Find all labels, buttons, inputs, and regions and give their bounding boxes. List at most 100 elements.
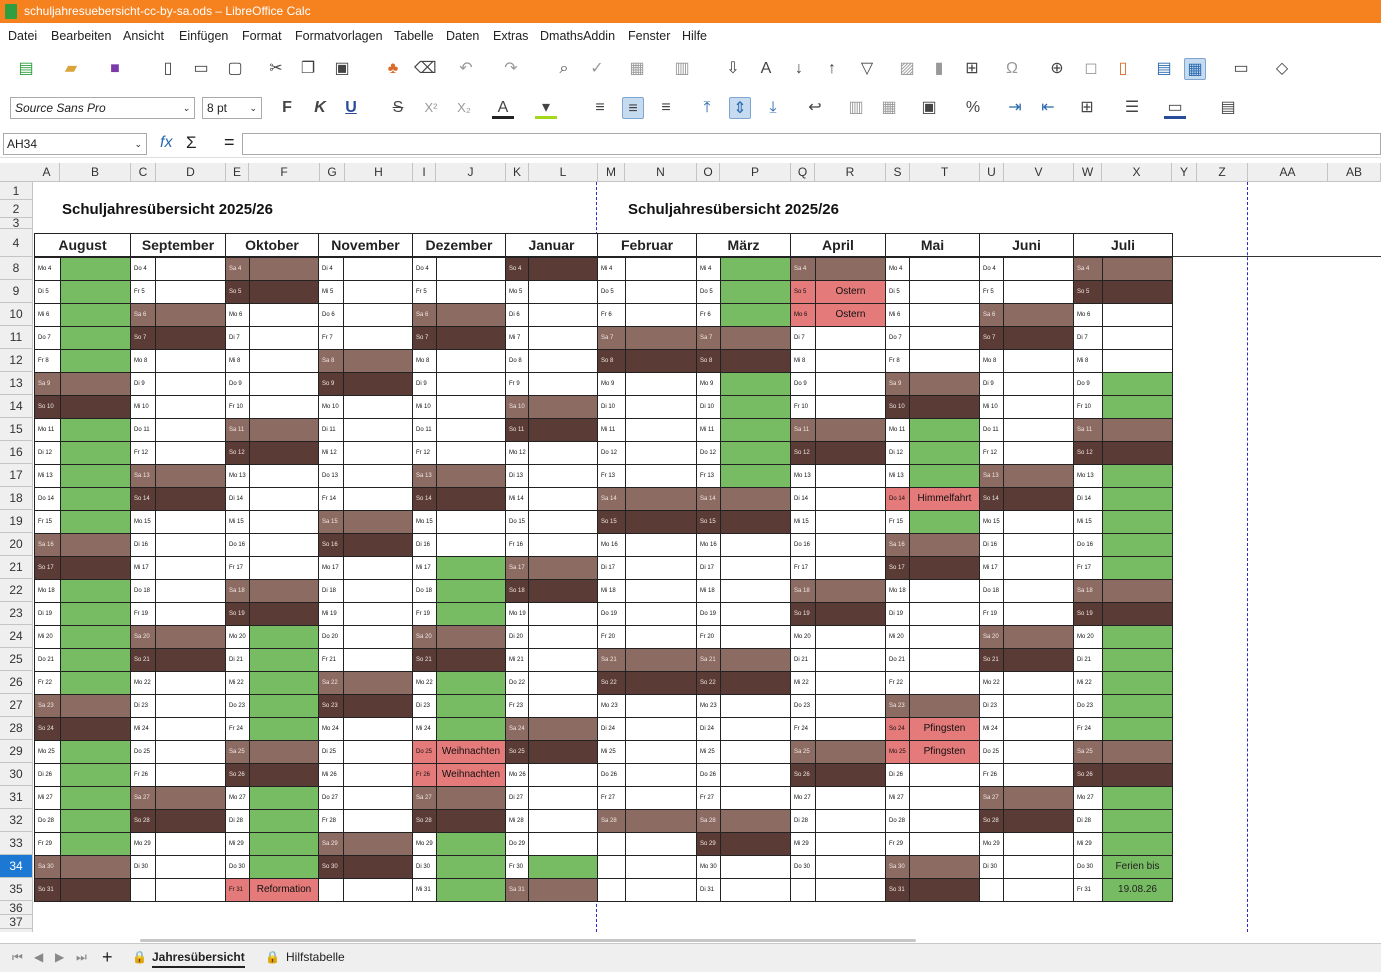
day-cell[interactable]: Mi 31 bbox=[412, 878, 437, 902]
info-cell[interactable] bbox=[528, 510, 598, 534]
info-cell[interactable] bbox=[60, 464, 131, 488]
day-cell[interactable]: Mo 22 bbox=[412, 671, 437, 695]
day-cell[interactable]: Fr 10 bbox=[225, 395, 250, 419]
day-cell[interactable]: So 29 bbox=[696, 832, 721, 856]
info-cell[interactable] bbox=[249, 832, 319, 856]
row-header[interactable]: 11 bbox=[0, 326, 32, 349]
day-cell[interactable]: So 5 bbox=[790, 280, 816, 304]
day-cell[interactable]: So 21 bbox=[412, 648, 437, 672]
info-cell[interactable] bbox=[528, 671, 598, 695]
holiday-cell[interactable]: Pfingsten bbox=[909, 740, 980, 764]
day-cell[interactable]: Sa 20 bbox=[412, 625, 437, 649]
row-header[interactable]: 17 bbox=[0, 464, 32, 487]
day-cell[interactable]: So 26 bbox=[1073, 763, 1103, 787]
day-cell[interactable]: Mi 24 bbox=[979, 717, 1004, 741]
day-cell[interactable]: Mi 17 bbox=[130, 556, 156, 580]
info-cell[interactable] bbox=[815, 625, 886, 649]
info-cell[interactable] bbox=[909, 510, 980, 534]
info-cell[interactable] bbox=[815, 602, 886, 626]
split-window-icon[interactable]: ▭ bbox=[1230, 58, 1252, 80]
info-cell[interactable] bbox=[528, 533, 598, 557]
menu-einfügen[interactable]: Einfügen bbox=[179, 29, 228, 43]
info-cell[interactable] bbox=[625, 280, 697, 304]
info-cell[interactable] bbox=[436, 579, 506, 603]
info-cell[interactable] bbox=[343, 556, 413, 580]
info-cell[interactable] bbox=[528, 372, 598, 396]
info-cell[interactable] bbox=[528, 878, 598, 902]
day-cell[interactable]: Do 19 bbox=[696, 602, 721, 626]
info-cell[interactable] bbox=[343, 763, 413, 787]
info-cell[interactable] bbox=[625, 349, 697, 373]
row-header[interactable]: 31 bbox=[0, 786, 32, 809]
day-cell[interactable]: Sa 4 bbox=[1073, 257, 1103, 281]
info-cell[interactable] bbox=[436, 257, 506, 281]
info-cell[interactable] bbox=[249, 671, 319, 695]
info-cell[interactable] bbox=[249, 855, 319, 879]
holiday-cell[interactable]: Ostern bbox=[815, 303, 886, 327]
day-cell[interactable]: Fr 20 bbox=[597, 625, 626, 649]
day-cell[interactable]: Do 9 bbox=[790, 372, 816, 396]
info-cell[interactable] bbox=[1102, 694, 1173, 718]
info-cell[interactable] bbox=[909, 372, 980, 396]
day-cell[interactable]: Mo 12 bbox=[505, 441, 529, 465]
info-cell[interactable] bbox=[1003, 625, 1074, 649]
info-cell[interactable] bbox=[249, 717, 319, 741]
menu-hilfe[interactable]: Hilfe bbox=[682, 29, 707, 43]
column-header[interactable]: AB bbox=[1328, 163, 1381, 182]
info-cell[interactable] bbox=[249, 625, 319, 649]
info-cell[interactable] bbox=[815, 257, 886, 281]
day-cell[interactable]: Fr 27 bbox=[597, 786, 626, 810]
day-cell[interactable]: Di 16 bbox=[979, 533, 1004, 557]
day-cell[interactable]: Di 20 bbox=[505, 625, 529, 649]
day-cell[interactable]: Di 11 bbox=[318, 418, 344, 442]
day-cell[interactable]: Fr 6 bbox=[597, 303, 626, 327]
subscript-button[interactable]: X₂ bbox=[453, 97, 475, 119]
day-cell[interactable]: Mi 27 bbox=[885, 786, 910, 810]
info-cell[interactable] bbox=[528, 326, 598, 350]
info-cell[interactable] bbox=[720, 809, 791, 833]
info-cell[interactable] bbox=[155, 533, 226, 557]
menu-datei[interactable]: Datei bbox=[8, 29, 37, 43]
day-cell[interactable]: Do 21 bbox=[885, 648, 910, 672]
info-cell[interactable] bbox=[1102, 809, 1173, 833]
info-cell[interactable] bbox=[625, 441, 697, 465]
info-cell[interactable] bbox=[625, 395, 697, 419]
align-center-icon[interactable]: ≡ bbox=[622, 97, 644, 119]
info-cell[interactable] bbox=[1102, 648, 1173, 672]
info-cell[interactable] bbox=[909, 625, 980, 649]
day-cell[interactable]: Do 7 bbox=[885, 326, 910, 350]
info-cell[interactable] bbox=[720, 326, 791, 350]
day-cell[interactable]: Mo 30 bbox=[696, 855, 721, 879]
day-cell[interactable]: Do 26 bbox=[597, 763, 626, 787]
insert-image-icon[interactable]: ▨ bbox=[896, 58, 918, 80]
column-header[interactable]: AA bbox=[1248, 163, 1328, 182]
day-cell[interactable]: Di 23 bbox=[412, 694, 437, 718]
info-cell[interactable] bbox=[436, 441, 506, 465]
font-color-icon[interactable]: A bbox=[492, 97, 514, 119]
day-cell[interactable]: Mi 27 bbox=[34, 786, 61, 810]
day-cell[interactable]: Mi 20 bbox=[885, 625, 910, 649]
sum-button[interactable]: Σ bbox=[186, 133, 197, 153]
increase-indent-icon[interactable]: ⇥ bbox=[1004, 97, 1026, 119]
day-cell[interactable]: Di 9 bbox=[130, 372, 156, 396]
day-cell[interactable]: Mi 11 bbox=[696, 418, 721, 442]
info-cell[interactable] bbox=[436, 602, 506, 626]
day-cell[interactable]: Sa 7 bbox=[597, 326, 626, 350]
day-cell[interactable]: Mo 22 bbox=[979, 671, 1004, 695]
day-cell[interactable]: Sa 23 bbox=[34, 694, 61, 718]
day-cell[interactable]: Do 18 bbox=[412, 579, 437, 603]
day-cell[interactable]: Sa 20 bbox=[979, 625, 1004, 649]
info-cell[interactable] bbox=[720, 487, 791, 511]
info-cell[interactable] bbox=[249, 441, 319, 465]
holiday-cell[interactable]: Himmelfahrt bbox=[909, 487, 980, 511]
day-cell[interactable]: Mo 19 bbox=[505, 602, 529, 626]
info-cell[interactable] bbox=[249, 763, 319, 787]
info-cell[interactable] bbox=[1102, 625, 1173, 649]
day-cell[interactable]: Di 21 bbox=[1073, 648, 1103, 672]
day-cell[interactable]: Mo 5 bbox=[505, 280, 529, 304]
day-cell[interactable]: Sa 16 bbox=[34, 533, 61, 557]
holiday-cell[interactable]: Ferien bis bbox=[1102, 855, 1173, 879]
info-cell[interactable] bbox=[625, 717, 697, 741]
row-header[interactable]: 36 bbox=[0, 901, 32, 915]
holiday-cell[interactable]: 19.08.26 bbox=[1102, 878, 1173, 902]
